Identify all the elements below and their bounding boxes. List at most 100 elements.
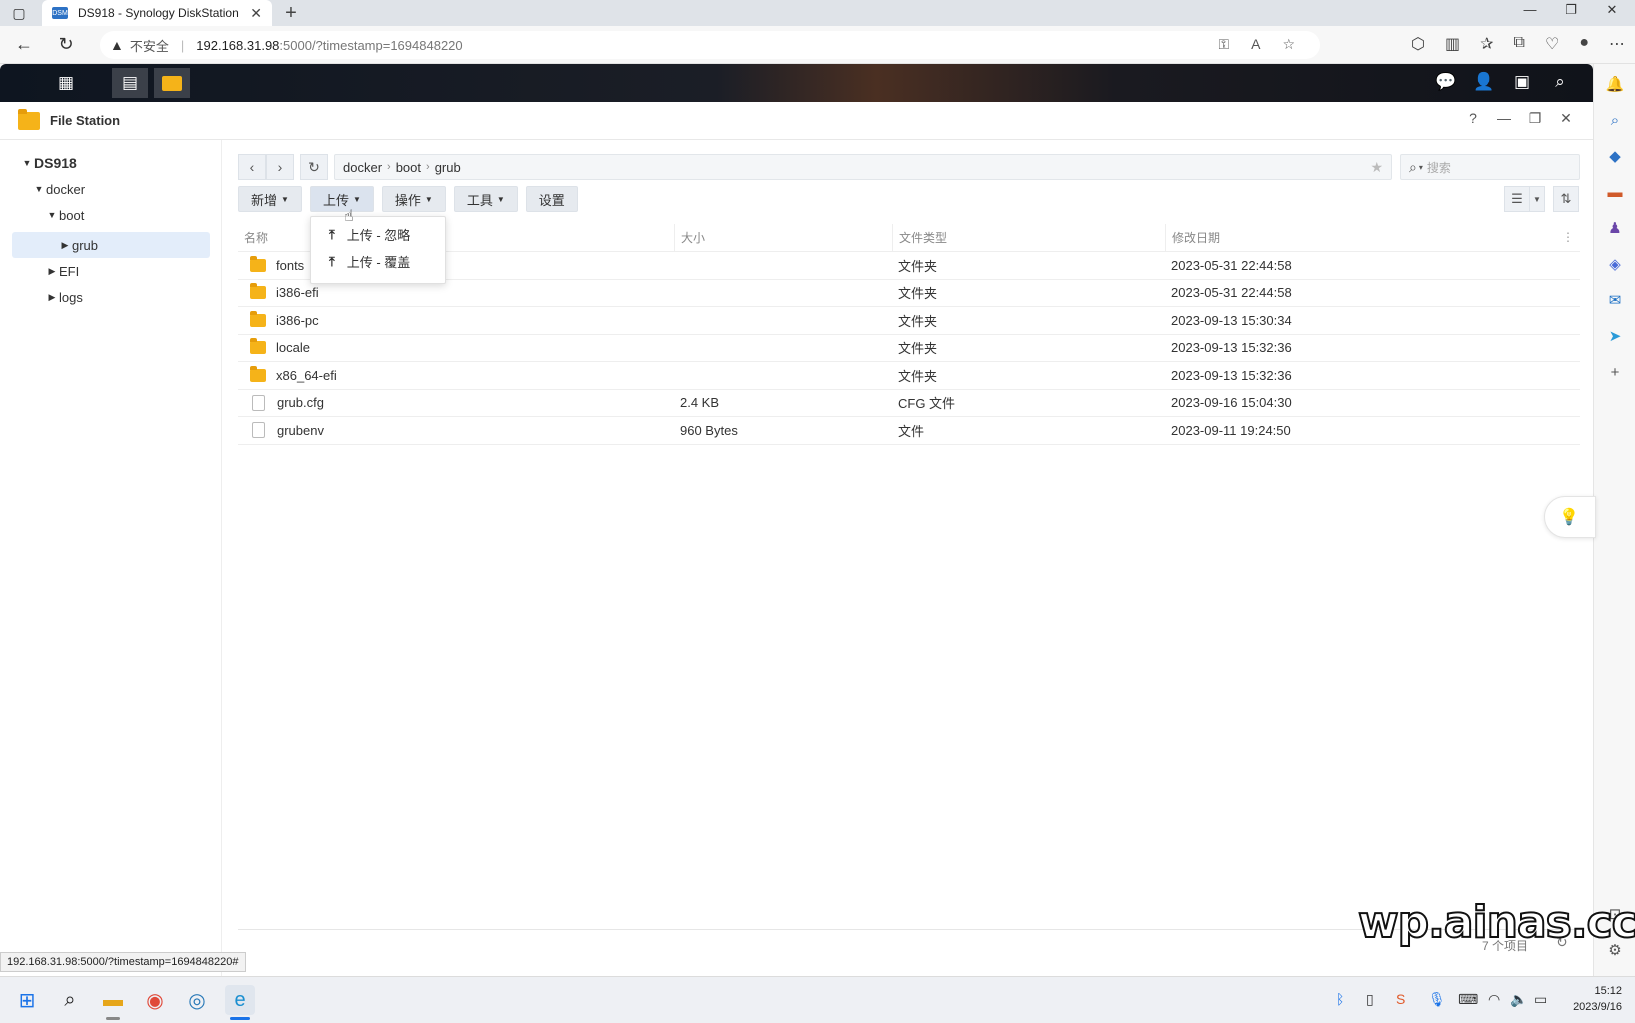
widgets-icon[interactable]: ▣ — [1509, 69, 1535, 95]
upload-overwrite-menu-item[interactable]: ⤒ 上传 - 覆盖 — [311, 248, 445, 275]
search-input[interactable]: ⌕ ▾ 搜索 — [1400, 154, 1580, 180]
app-tray-icon[interactable]: S — [1396, 991, 1405, 1007]
file-station-taskbar-icon[interactable] — [154, 68, 190, 98]
battery-icon[interactable]: ▭ — [1534, 991, 1547, 1008]
main-menu-grid-icon[interactable]: ▦ — [48, 68, 84, 98]
collapsed-arrow-icon[interactable]: ▶ — [58, 240, 72, 251]
tools-button[interactable]: 工具 ▼ — [453, 186, 518, 212]
search-icon[interactable]: ⌕ — [1547, 69, 1573, 95]
file-name[interactable]: i386-pc — [276, 313, 319, 328]
usb-icon[interactable]: ▯ — [1366, 991, 1374, 1008]
microphone-icon[interactable]: 🎙 — [1428, 991, 1446, 1008]
breadcrumb-item[interactable]: boot — [396, 160, 421, 175]
bluetooth-icon[interactable]: ᛒ — [1336, 991, 1344, 1007]
help-icon[interactable]: ? — [1462, 110, 1484, 126]
profile-avatar-icon[interactable]: ● — [1579, 34, 1589, 54]
user-icon[interactable]: 👤 — [1471, 69, 1497, 95]
column-date[interactable]: 修改日期 — [1165, 223, 1565, 252]
performance-icon[interactable]: ♡ — [1545, 34, 1559, 54]
collapsed-arrow-icon[interactable]: ▶ — [45, 266, 59, 277]
file-name[interactable]: locale — [276, 340, 310, 355]
expanded-arrow-icon[interactable]: ▼ — [32, 184, 46, 194]
file-name[interactable]: grub.cfg — [277, 395, 324, 410]
column-options-icon[interactable]: ⋮ — [1562, 230, 1574, 244]
chrome-icon[interactable]: ◉ — [140, 985, 170, 1015]
tree-item-logs[interactable]: ▶ logs — [45, 284, 83, 310]
sort-icon[interactable]: ⇅ — [1553, 186, 1579, 212]
volume-icon[interactable]: 🔈 — [1510, 991, 1527, 1008]
windows-start-icon[interactable]: ⊞ — [12, 985, 42, 1015]
wifi-icon[interactable]: ◠ — [1488, 991, 1500, 1008]
file-name[interactable]: i386-efi — [276, 285, 319, 300]
action-button[interactable]: 操作 ▼ — [381, 186, 446, 212]
tab-actions-icon[interactable]: ▢ — [10, 4, 28, 22]
send-icon[interactable]: ➤ — [1603, 324, 1627, 348]
window-close-button[interactable]: ✕ — [1597, 2, 1627, 18]
file-name[interactable]: fonts — [276, 258, 304, 273]
refresh-icon[interactable]: ↻ — [54, 34, 78, 55]
key-icon[interactable]: ⚿ — [1218, 36, 1229, 53]
app-clock-icon[interactable]: ◎ — [182, 985, 212, 1015]
file-name[interactable]: x86_64-efi — [276, 368, 337, 383]
outlook-icon[interactable]: ✉ — [1603, 288, 1627, 312]
column-size[interactable]: 大小 — [674, 223, 892, 252]
window-minimize-button[interactable]: — — [1515, 2, 1545, 17]
favorites-icon[interactable]: ✰ — [1480, 34, 1493, 54]
tree-item-grub[interactable]: ▶ grub — [58, 232, 99, 258]
table-row[interactable]: grub.cfg 2.4 KB CFG 文件 2023-09-16 15:04:30 — [238, 390, 1580, 417]
upload-button[interactable]: 上传 ▼ — [309, 186, 374, 212]
list-view-icon[interactable]: ☰ — [1504, 186, 1530, 212]
office-icon[interactable]: ◈ — [1603, 252, 1627, 276]
new-button[interactable]: 新增 ▼ — [238, 186, 302, 212]
keyboard-icon[interactable]: ⌨ — [1458, 991, 1478, 1008]
read-aloud-icon[interactable]: A — [1251, 36, 1260, 53]
table-row[interactable]: x86_64-efi 文件夹 2023-09-13 15:32:36 — [238, 362, 1580, 390]
more-menu-icon[interactable]: ⋯ — [1609, 34, 1625, 54]
close-icon[interactable]: ✕ — [1555, 110, 1577, 127]
tree-item-docker[interactable]: ▼ docker — [32, 176, 86, 202]
column-type[interactable]: 文件类型 — [892, 223, 1165, 252]
settings-button[interactable]: 设置 — [525, 186, 578, 212]
chevron-down-icon[interactable]: ▾ — [1419, 163, 1423, 172]
restore-icon[interactable]: ❐ — [1524, 110, 1546, 127]
extensions-icon[interactable]: ⬡ — [1411, 34, 1425, 54]
split-screen-icon[interactable]: ▥ — [1445, 34, 1460, 54]
tree-root[interactable]: ▼ DS918 — [20, 150, 77, 176]
breadcrumb[interactable]: docker › boot › grub ★ — [334, 154, 1392, 180]
minimize-icon[interactable]: — — [1493, 110, 1515, 126]
bell-icon[interactable]: 🔔 — [1603, 72, 1627, 96]
table-row[interactable]: grubenv 960 Bytes 文件 2023-09-11 19:24:50 — [238, 417, 1580, 445]
tree-item-boot[interactable]: ▼ boot — [45, 202, 85, 228]
security-label[interactable]: 不安全 — [130, 36, 169, 55]
sidebar-search-icon[interactable]: ⌕ — [1603, 108, 1627, 132]
package-center-icon[interactable]: ▤ — [112, 68, 148, 98]
copilot-bulb-icon[interactable]: 💡 — [1544, 496, 1596, 538]
file-explorer-icon[interactable]: ▬ — [98, 985, 128, 1015]
collapsed-arrow-icon[interactable]: ▶ — [45, 292, 59, 303]
url-field[interactable]: ▲ 不安全 | 192.168.31.98 :5000/?timestamp=1… — [100, 31, 1320, 59]
back-nav-button[interactable]: ‹ — [238, 154, 266, 180]
breadcrumb-item[interactable]: grub — [435, 160, 461, 175]
table-row[interactable]: locale 文件夹 2023-09-13 15:32:36 — [238, 335, 1580, 362]
expanded-arrow-icon[interactable]: ▼ — [45, 210, 59, 220]
tree-item-efi[interactable]: ▶ EFI — [45, 258, 80, 284]
browser-tab-active[interactable]: DSM DS918 - Synology DiskStation ✕ — [42, 0, 272, 26]
window-restore-button[interactable]: ❐ — [1556, 2, 1586, 18]
file-name[interactable]: grubenv — [277, 423, 324, 438]
system-clock[interactable]: 15:12 2023/9/16 — [1558, 983, 1622, 1015]
edge-browser-icon[interactable]: e — [225, 985, 255, 1015]
favorite-star-icon[interactable]: ★ — [1370, 159, 1383, 176]
table-row[interactable]: i386-pc 文件夹 2023-09-13 15:30:34 — [238, 307, 1580, 335]
tools-icon[interactable]: ▬ — [1603, 180, 1627, 204]
taskbar-search-icon[interactable]: ⌕ — [55, 985, 85, 1015]
new-tab-button[interactable]: + — [280, 2, 302, 25]
view-dropdown-icon[interactable]: ▼ — [1529, 186, 1545, 212]
expanded-arrow-icon[interactable]: ▼ — [20, 158, 34, 168]
games-icon[interactable]: ♟ — [1603, 216, 1627, 240]
notifications-chat-icon[interactable]: 💬 — [1433, 69, 1459, 95]
upload-skip-menu-item[interactable]: ⤒ 上传 - 忽略 — [311, 221, 445, 248]
add-icon[interactable]: + — [1603, 360, 1627, 384]
column-name[interactable]: 名称 — [238, 229, 674, 246]
forward-nav-button[interactable]: › — [266, 154, 294, 180]
collections-icon[interactable]: ⧉ — [1514, 34, 1525, 54]
